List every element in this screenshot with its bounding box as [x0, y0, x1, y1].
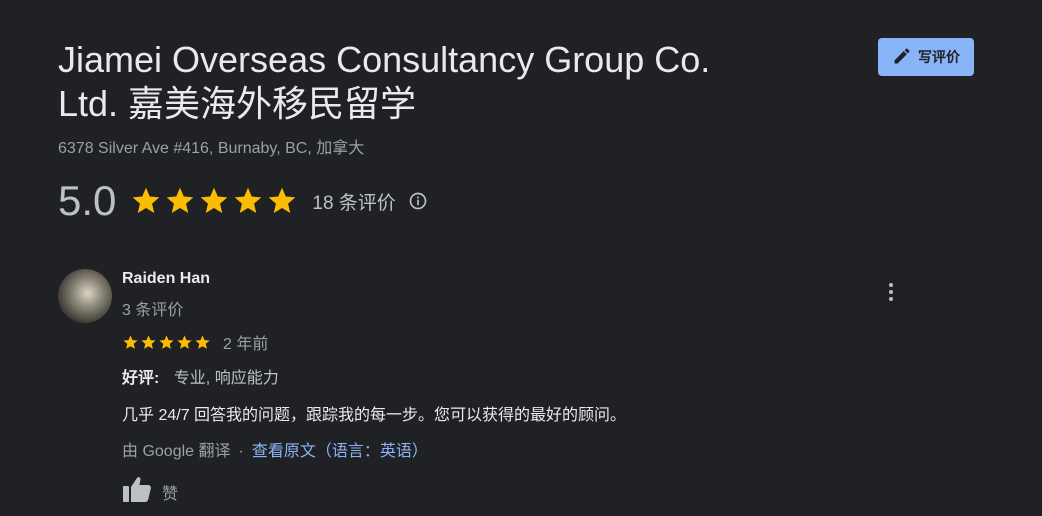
reviewer-name[interactable]: Raiden Han [122, 270, 210, 288]
review-text: 几乎 24/7 回答我的问题，跟踪我的每一步。您可以获得的最好的顾问。 [122, 407, 627, 424]
review-count[interactable]: 18 条评价 [312, 188, 395, 215]
reviewer-review-count: 3 条评价 [122, 302, 184, 319]
review-panel: Jiamei Overseas Consultancy Group Co. Lt… [0, 0, 1042, 516]
translated-by-label: 由 Google 翻译 [122, 443, 231, 460]
rating-stars [130, 185, 298, 217]
info-icon[interactable] [408, 191, 428, 211]
separator: · [238, 443, 244, 460]
star-icon [195, 334, 210, 349]
write-review-button[interactable]: 写评价 [878, 38, 974, 76]
show-original-link[interactable]: 查看原文（语言：英语） [252, 443, 428, 460]
translation-note: 由 Google 翻译 · 查看原文（语言：英语） [122, 437, 428, 461]
write-review-label: 写评价 [918, 49, 960, 65]
place-title: Jiamei Overseas Consultancy Group Co. Lt… [58, 39, 711, 124]
more-options-button[interactable] [880, 280, 902, 304]
avatar[interactable] [58, 269, 112, 323]
place-address: 6378 Silver Ave #416, Burnaby, BC, 加拿大 [58, 140, 365, 157]
rating-summary: 5.0 18 条评价 [58, 176, 428, 226]
review-date: 2 年前 [223, 336, 269, 353]
rating-value: 5.0 [58, 177, 117, 224]
review-stars [122, 334, 211, 351]
star-icon [123, 334, 138, 349]
star-icon [141, 334, 156, 349]
star-icon [133, 187, 160, 213]
highlights-value: 专业, 响应能力 [173, 370, 279, 387]
star-icon [235, 187, 262, 213]
thumbs-up-icon [122, 475, 152, 508]
pencil-icon [892, 46, 912, 69]
star-icon [177, 334, 192, 349]
like-label: 赞 [162, 485, 179, 503]
review-rating: 2 年前 [122, 330, 268, 354]
star-icon [159, 334, 174, 349]
more-vert-icon [889, 283, 893, 287]
review-highlights: 好评: 专业, 响应能力 [122, 364, 279, 388]
star-icon [201, 187, 228, 213]
star-icon [269, 187, 296, 213]
star-icon [167, 187, 194, 213]
like-button[interactable]: 赞 [122, 475, 178, 508]
highlights-label: 好评: [122, 370, 160, 387]
